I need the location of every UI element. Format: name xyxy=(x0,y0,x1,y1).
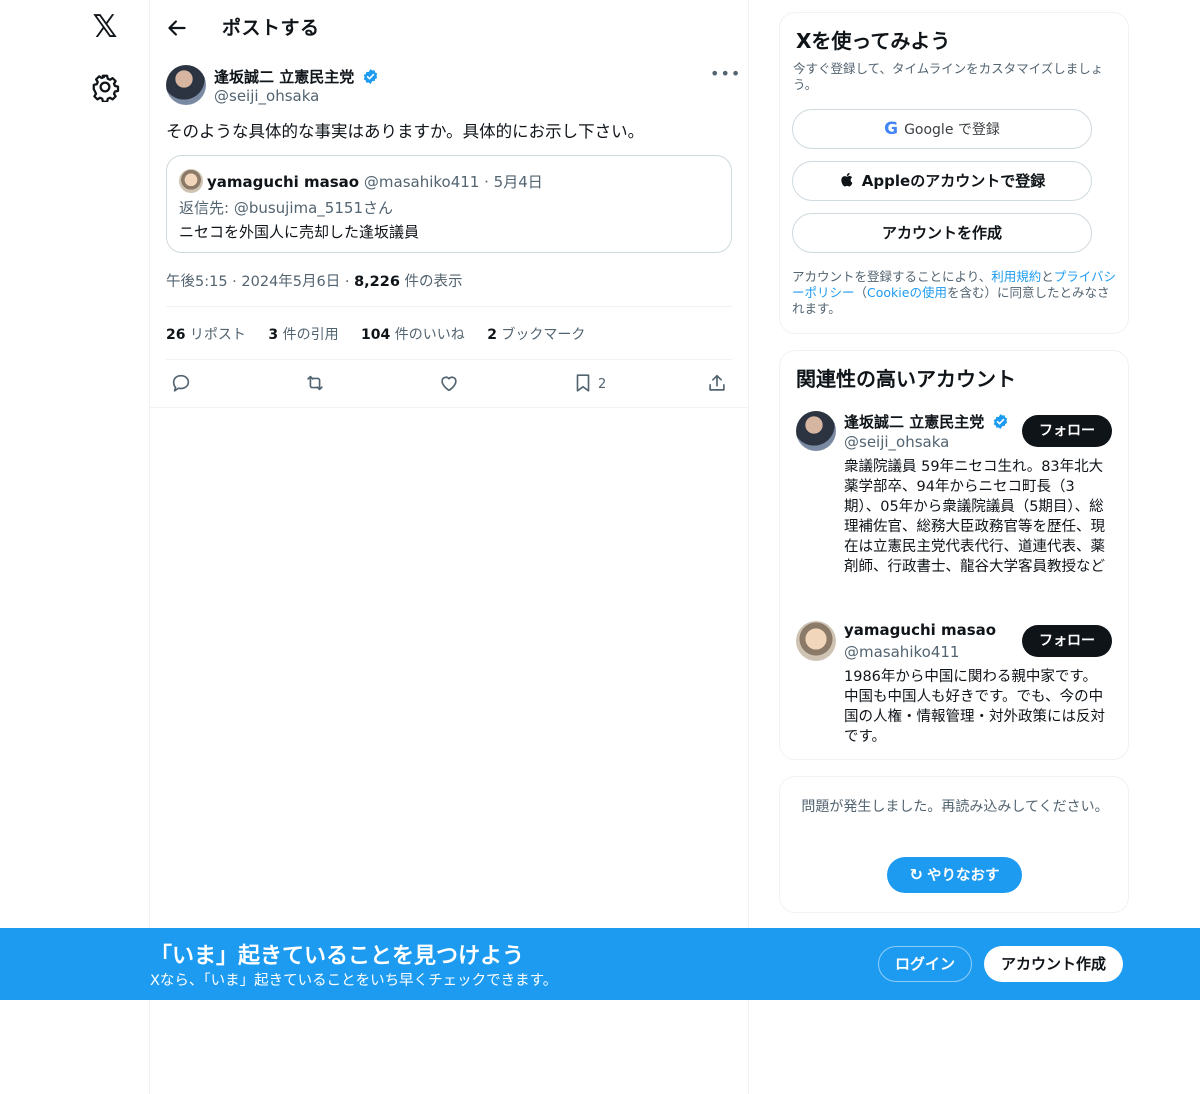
quote-avatar xyxy=(179,169,203,193)
post-text: そのような具体的な事実はありますか。具体的にお示し下さい。 xyxy=(166,122,645,141)
views-count: 8,226 xyxy=(354,274,400,290)
apple-signup-label: Appleのアカウントで登録 xyxy=(861,172,1046,190)
views-label: 件の表示 xyxy=(399,274,463,290)
meta-separator: · xyxy=(340,274,355,290)
follow-button[interactable]: フォロー xyxy=(1022,625,1112,657)
refresh-icon: ↻ xyxy=(909,865,923,884)
banner-subtitle: Xなら、「いま」起きていることをいち早くチェックできます。 xyxy=(150,973,558,989)
quote-date: 5月4日 xyxy=(493,173,543,191)
follow-button[interactable]: フォロー xyxy=(1022,415,1112,447)
quote-author-name: yamaguchi masao xyxy=(207,173,360,191)
divider xyxy=(166,306,732,307)
share-icon[interactable] xyxy=(706,372,728,394)
banner-title: 「いま」起きていることを見つけよう xyxy=(150,944,525,969)
google-signup-button[interactable]: G Google で登録 xyxy=(792,109,1092,149)
related-account[interactable]: yamaguchi masao @masahiko411 フォロー 1986年か… xyxy=(796,621,1116,751)
reply-icon[interactable] xyxy=(170,372,192,394)
apple-icon xyxy=(841,172,853,187)
create-account-banner-button[interactable]: アカウント作成 xyxy=(984,946,1123,982)
stat-reposts[interactable]: 26 リポスト xyxy=(166,327,246,343)
gear-icon[interactable] xyxy=(90,72,120,102)
related-account[interactable]: 逢坂誠二 立憲民主党 @seiji_ohsaka フォロー 衆議院議員 59年ニ… xyxy=(796,411,1116,601)
create-account-button[interactable]: アカウントを作成 xyxy=(792,213,1092,253)
avatar[interactable] xyxy=(166,65,206,105)
error-card: 問題が発生しました。再読み込みしてください。 ↻ やりなおす xyxy=(779,776,1129,913)
signup-title: Xを使ってみよう xyxy=(796,29,951,53)
bookmark-icon[interactable] xyxy=(572,372,594,394)
post-meta: 午後5:15 · 2024年5月6日 · 8,226 件の表示 xyxy=(166,270,463,291)
post-date[interactable]: 2024年5月6日 xyxy=(241,274,340,290)
verified-badge-icon xyxy=(364,69,378,84)
login-button[interactable]: ログイン xyxy=(878,946,972,982)
account-bio: 衆議院議員 59年ニセコ生れ。83年北大薬学部卒、94年からニセコ町長（3期）、… xyxy=(844,459,1105,575)
apple-signup-button[interactable]: Appleのアカウントで登録 xyxy=(792,161,1092,201)
related-title: 関連性の高いアカウント xyxy=(796,367,1016,391)
related-accounts-card: 関連性の高いアカウント 逢坂誠二 立憲民主党 @seiji_ohsaka フォロ… xyxy=(779,350,1129,760)
bookmark-count: 2 xyxy=(598,377,607,392)
more-options-icon[interactable]: ••• xyxy=(710,62,740,86)
author-name-text[interactable]: 逢坂誠二 立憲民主党 xyxy=(214,68,354,86)
stat-quotes[interactable]: 3 件の引用 xyxy=(268,327,338,343)
author-handle[interactable]: @seiji_ohsaka xyxy=(214,87,319,105)
terms-part: と xyxy=(1041,269,1054,284)
account-name[interactable]: 逢坂誠二 立憲民主党 xyxy=(844,411,1009,432)
account-handle[interactable]: @masahiko411 xyxy=(844,643,959,661)
signup-banner: 「いま」起きていることを見つけよう Xなら、「いま」起きていることをいち早くチェ… xyxy=(0,928,1200,1000)
post-time[interactable]: 午後5:15 xyxy=(166,274,228,290)
like-icon[interactable] xyxy=(438,372,460,394)
error-message: 問題が発生しました。再読み込みしてください。 xyxy=(801,799,1109,815)
terms-part: アカウントを登録することにより、 xyxy=(792,269,992,284)
signup-subtitle: 今すぐ登録して、タイムラインをカスタマイズしましょう。 xyxy=(793,61,1104,92)
x-logo-icon[interactable]: 𝕏 xyxy=(89,10,121,44)
repost-icon[interactable] xyxy=(304,372,326,394)
signup-card: Xを使ってみよう 今すぐ登録して、タイムラインをカスタマイズしましょう。 G Go… xyxy=(779,12,1129,334)
terms-of-service-link[interactable]: 利用規約 xyxy=(991,269,1041,284)
google-icon: G xyxy=(884,119,899,139)
retry-label: やりなおす xyxy=(926,868,1000,884)
terms-text: アカウントを登録することにより、利用規約とプライバシーポリシー（Cookieの使… xyxy=(792,269,1120,317)
google-signup-label: Google で登録 xyxy=(904,122,1000,138)
quote-separator: · xyxy=(479,173,494,191)
arrow-left-icon[interactable] xyxy=(164,15,190,41)
retry-button[interactable]: ↻ やりなおす xyxy=(887,857,1022,893)
account-name[interactable]: yamaguchi masao xyxy=(844,621,996,639)
verified-badge-icon xyxy=(994,414,1008,429)
avatar[interactable] xyxy=(796,411,836,451)
stat-bookmarks[interactable]: 2 ブックマーク xyxy=(487,327,585,343)
cookie-use-link[interactable]: Cookieの使用 xyxy=(867,285,947,300)
quote-header: yamaguchi masao @masahiko411 · 5月4日 xyxy=(207,171,543,192)
avatar[interactable] xyxy=(796,621,836,661)
post-stats: 26 リポスト 3 件の引用 104 件のいいね 2 ブックマーク xyxy=(166,324,603,344)
author-name[interactable]: 逢坂誠二 立憲民主党 xyxy=(214,66,379,87)
account-handle[interactable]: @seiji_ohsaka xyxy=(844,433,949,451)
post-actions: 2 xyxy=(150,360,749,408)
quote-author-handle: @masahiko411 xyxy=(363,173,480,191)
quoted-post[interactable]: yamaguchi masao @masahiko411 · 5月4日 返信先:… xyxy=(166,155,732,253)
stat-likes[interactable]: 104 件のいいね xyxy=(361,327,465,343)
account-bio: 1986年から中国に関わる親中家です。中国も中国人も好きです。でも、今の中国の人… xyxy=(844,669,1105,745)
quote-text: ニセコを外国人に売却した逢坂議員 xyxy=(179,223,420,241)
meta-separator: · xyxy=(227,274,242,290)
terms-part: （ xyxy=(854,285,868,300)
quote-reply-to: 返信先: @busujima_5151さん xyxy=(179,199,393,217)
page-title: ポストする xyxy=(222,17,320,39)
account-name-text: 逢坂誠二 立憲民主党 xyxy=(844,413,985,431)
